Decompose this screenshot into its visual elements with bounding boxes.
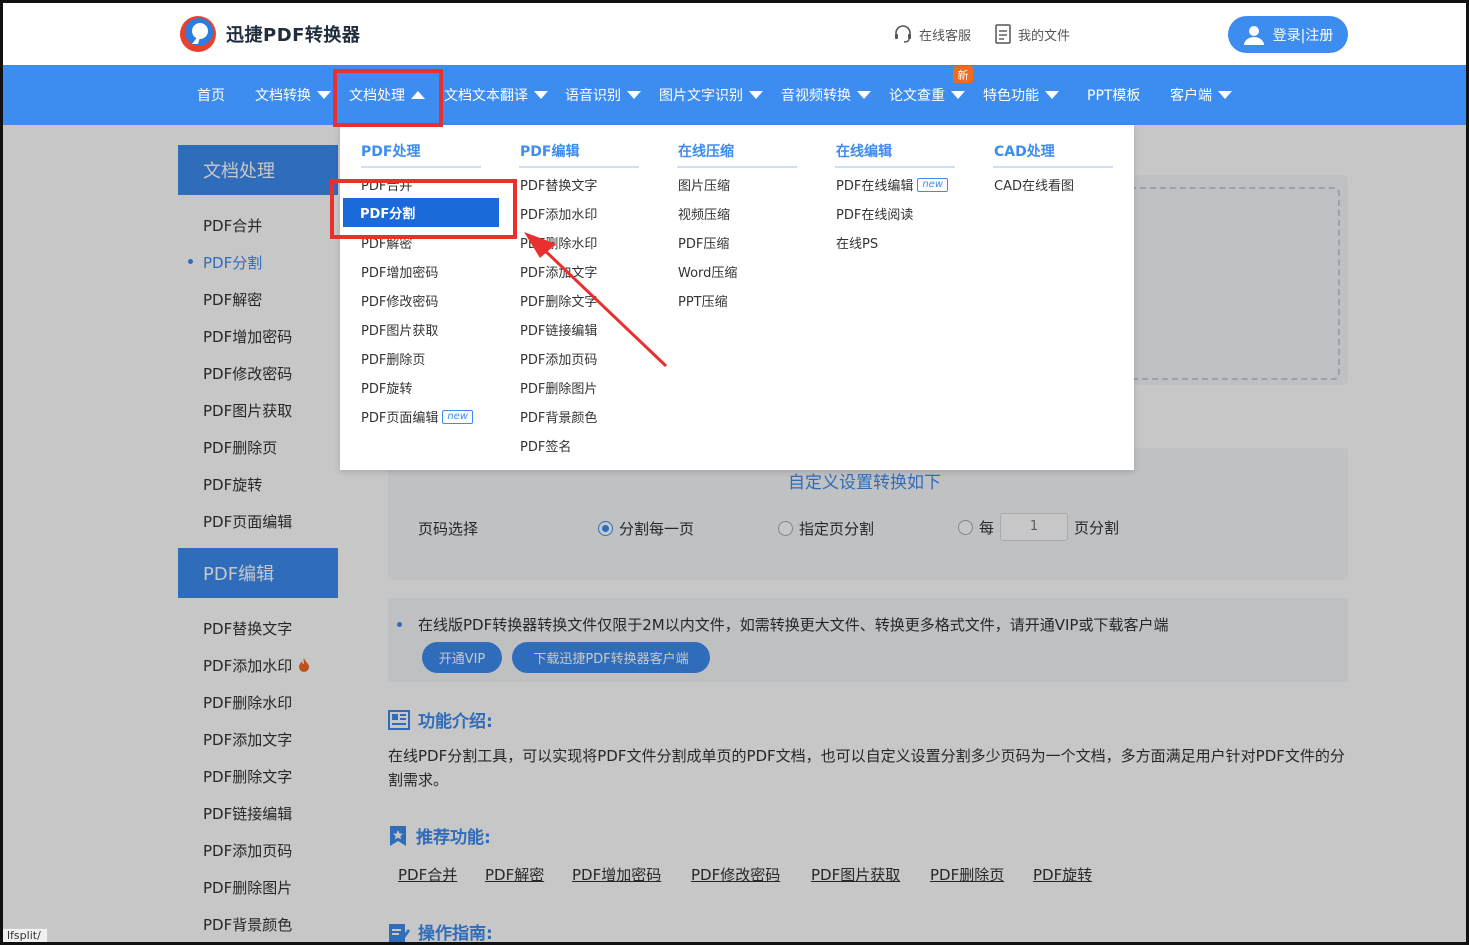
menu-col-divider bbox=[519, 166, 639, 168]
online-service-label: 在线客服 bbox=[919, 28, 972, 44]
menu-item[interactable]: PDF增加密码 bbox=[361, 262, 438, 281]
menu-item-label: PDF在线编辑 bbox=[836, 179, 914, 194]
main-nav: 首页 文档转换 文档处理 文档文本翻译 语音识别 图片文字识别 音视频转换 论文… bbox=[0, 65, 1469, 125]
caret-down-icon bbox=[627, 91, 641, 99]
headset-icon bbox=[895, 25, 911, 43]
menu-item[interactable]: PDF压缩 bbox=[678, 233, 729, 252]
menu-item[interactable]: PDF删除水印 bbox=[520, 233, 597, 252]
menu-item[interactable]: PDF链接编辑 bbox=[520, 320, 597, 339]
menu-item[interactable]: Word压缩 bbox=[678, 262, 737, 281]
menu-item[interactable]: 图片压缩 bbox=[678, 175, 730, 194]
menu-item[interactable]: PDF删除文字 bbox=[520, 291, 597, 310]
menu-item[interactable]: PDF图片获取 bbox=[361, 320, 438, 339]
brand-logo[interactable]: 迅捷PDF转换器 bbox=[178, 14, 360, 54]
nav-highlight-box bbox=[333, 69, 443, 127]
menu-col-pdf-process[interactable]: PDF处理 bbox=[361, 141, 420, 161]
menu-item[interactable]: PDF替换文字 bbox=[520, 175, 597, 194]
menu-col-divider bbox=[993, 166, 1113, 168]
menu-col-pdf-edit[interactable]: PDF编辑 bbox=[520, 141, 579, 161]
caret-down-icon bbox=[1045, 91, 1059, 99]
menu-item[interactable]: PDF在线阅读 bbox=[836, 204, 913, 223]
menu-item[interactable]: PDF签名 bbox=[520, 436, 571, 455]
menu-item[interactable]: CAD在线看图 bbox=[994, 175, 1074, 194]
menu-item[interactable]: PPT压缩 bbox=[678, 291, 728, 310]
nav-translate[interactable]: 文档文本翻译 bbox=[444, 65, 548, 125]
nav-av-convert-label: 音视频转换 bbox=[781, 88, 851, 104]
top-header: 迅捷PDF转换器 在线客服 我的文件 登录|注册 bbox=[0, 0, 1469, 65]
caret-down-icon bbox=[317, 91, 331, 99]
menu-col-divider bbox=[835, 166, 955, 168]
nav-ppt-template-label: PPT模板 bbox=[1087, 88, 1141, 104]
nav-plagiarism-label: 论文查重 bbox=[889, 88, 945, 104]
menu-item[interactable]: 视频压缩 bbox=[678, 204, 730, 223]
caret-down-icon bbox=[749, 91, 763, 99]
menu-item-label: PDF页面编辑 bbox=[361, 411, 439, 426]
menu-item[interactable]: PDF添加文字 bbox=[520, 262, 597, 281]
logo-icon bbox=[180, 16, 216, 52]
nav-ocr[interactable]: 图片文字识别 bbox=[659, 65, 763, 125]
menu-item[interactable]: PDF删除图片 bbox=[520, 378, 597, 397]
login-register-button[interactable]: 登录|注册 bbox=[1228, 16, 1348, 53]
online-service-link[interactable]: 在线客服 bbox=[893, 24, 971, 44]
nav-ppt-template[interactable]: PPT模板 bbox=[1087, 65, 1140, 125]
nav-ocr-label: 图片文字识别 bbox=[659, 88, 743, 104]
menu-item[interactable]: PDF删除页 bbox=[361, 349, 425, 368]
menu-item-page-edit[interactable]: PDF页面编辑 new bbox=[361, 407, 473, 426]
nav-av-convert[interactable]: 音视频转换 bbox=[781, 65, 871, 125]
nav-translate-label: 文档文本翻译 bbox=[444, 88, 528, 104]
menu-item[interactable]: 在线PS bbox=[836, 233, 878, 252]
menu-col-divider bbox=[677, 166, 797, 168]
menu-item[interactable]: PDF旋转 bbox=[361, 378, 412, 397]
menu-item[interactable]: PDF背景颜色 bbox=[520, 407, 597, 426]
nav-speech[interactable]: 语音识别 bbox=[565, 65, 641, 125]
menu-item[interactable]: PDF添加水印 bbox=[520, 204, 597, 223]
nav-doc-convert[interactable]: 文档转换 bbox=[255, 65, 331, 125]
menu-col-cad[interactable]: CAD处理 bbox=[994, 141, 1055, 161]
caret-down-icon bbox=[1218, 91, 1232, 99]
status-bar-url: lfsplit/ bbox=[0, 928, 48, 945]
menu-item[interactable]: PDF添加页码 bbox=[520, 349, 597, 368]
nav-speech-label: 语音识别 bbox=[565, 88, 621, 104]
caret-down-icon bbox=[534, 91, 548, 99]
new-badge: 新 bbox=[953, 66, 973, 83]
selection-highlight-box bbox=[330, 179, 517, 239]
new-tag: new bbox=[917, 177, 948, 192]
menu-col-divider bbox=[361, 166, 481, 168]
nav-home-label: 首页 bbox=[197, 88, 225, 104]
caret-down-icon bbox=[857, 91, 871, 99]
user-avatar-icon bbox=[1243, 25, 1264, 45]
menu-col-online-edit[interactable]: 在线编辑 bbox=[836, 141, 892, 161]
brand-name: 迅捷PDF转换器 bbox=[226, 25, 361, 46]
nav-client[interactable]: 客户端 bbox=[1170, 65, 1232, 125]
nav-client-label: 客户端 bbox=[1170, 88, 1212, 104]
login-register-label: 登录|注册 bbox=[1272, 27, 1334, 44]
my-files-label: 我的文件 bbox=[1018, 28, 1071, 44]
menu-item[interactable]: PDF修改密码 bbox=[361, 291, 438, 310]
new-tag: new bbox=[442, 409, 473, 424]
menu-col-compress[interactable]: 在线压缩 bbox=[678, 141, 734, 161]
caret-down-icon bbox=[951, 91, 965, 99]
nav-features-label: 特色功能 bbox=[983, 88, 1039, 104]
nav-doc-convert-label: 文档转换 bbox=[255, 88, 311, 104]
nav-features[interactable]: 特色功能 bbox=[983, 65, 1059, 125]
my-files-link[interactable]: 我的文件 bbox=[994, 24, 1070, 44]
nav-home[interactable]: 首页 bbox=[197, 65, 225, 125]
document-icon bbox=[995, 24, 1011, 44]
menu-item-online-edit[interactable]: PDF在线编辑 new bbox=[836, 175, 948, 194]
